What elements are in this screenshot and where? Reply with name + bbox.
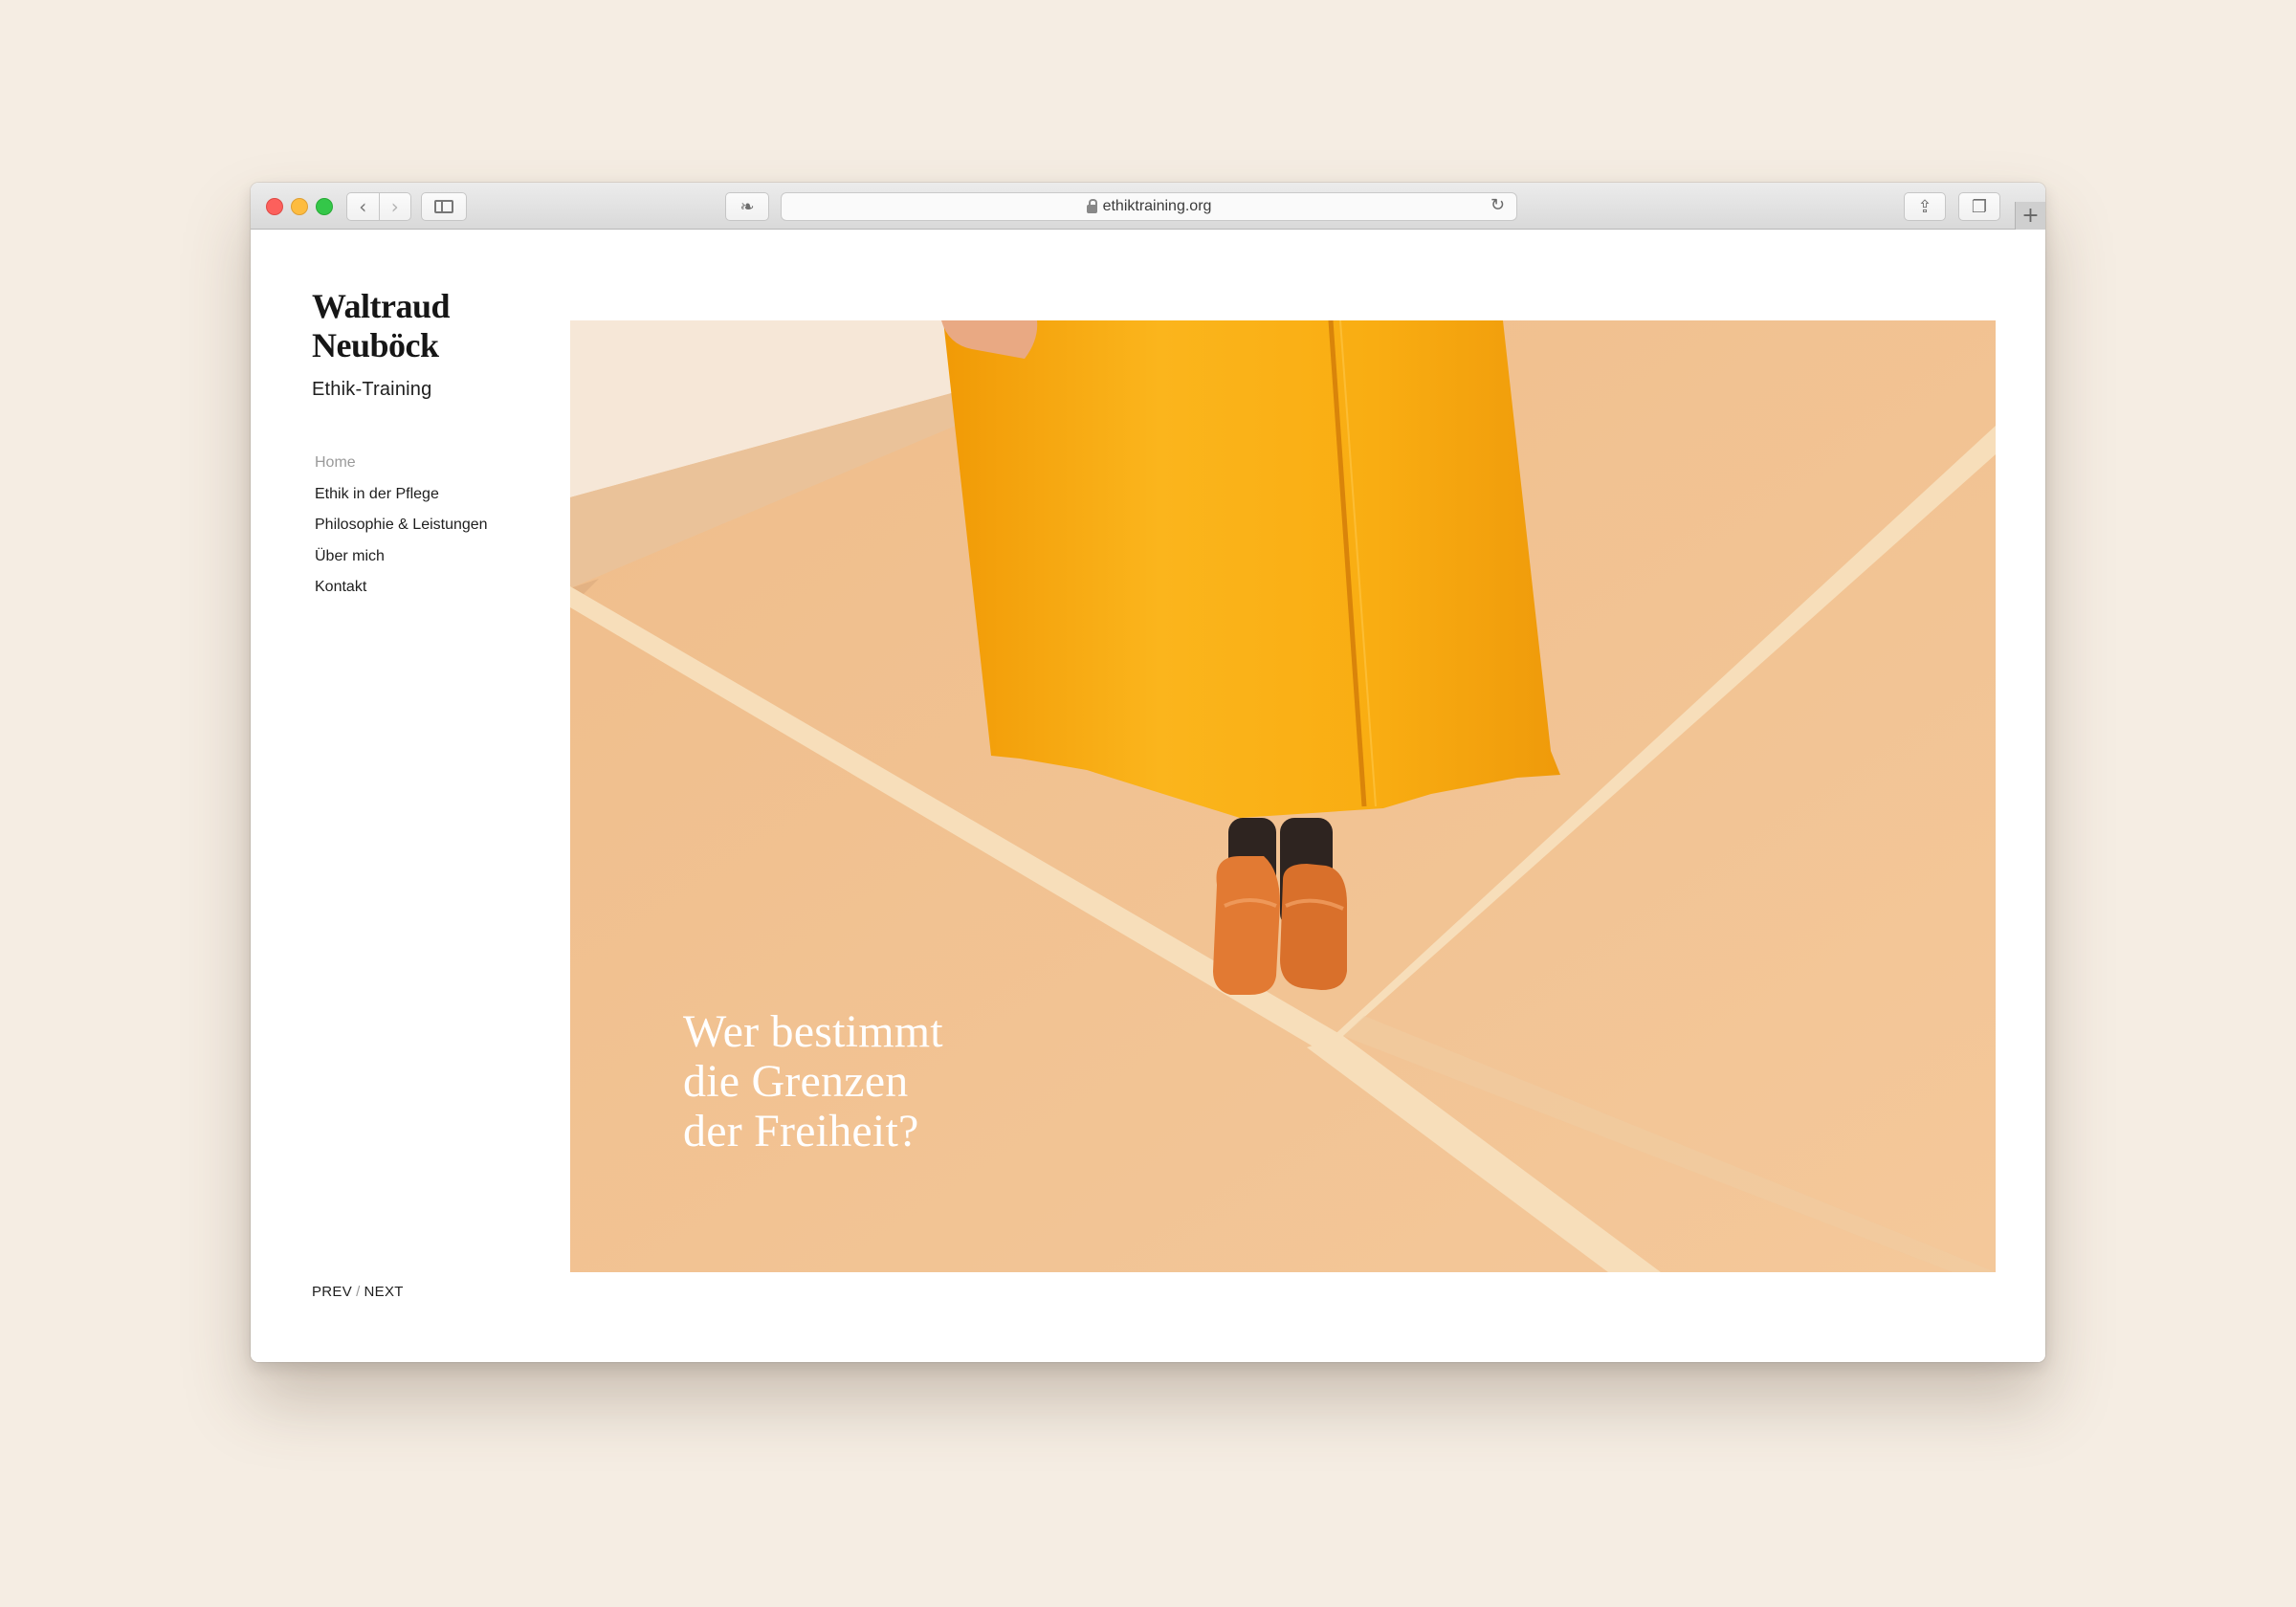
page-content: Waltraud Neuböck Ethik-Training Home Eth… [251,230,2045,1362]
maximize-window-button[interactable] [316,198,333,215]
url-text: ethiktraining.org [1102,198,1212,214]
pager-separator: / [356,1284,361,1300]
history-nav: ‹ › [346,192,411,221]
extension-button[interactable]: ❧ [725,192,769,221]
hero-headline: Wer bestimmt die Grenzen der Freiheit? [683,1007,943,1156]
plus-icon: + [2021,204,2040,228]
nav-item-kontakt[interactable]: Kontakt [315,572,488,604]
nav-item-ethik-in-der-pflege[interactable]: Ethik in der Pflege [315,479,488,511]
new-tab-button[interactable]: + [2015,202,2045,230]
browser-toolbar: ‹ › ❧ ethiktraining.org ↻ ⇪ ❐ + [251,183,2045,230]
hero-headline-line2: die Grenzen [683,1056,909,1107]
forward-button[interactable]: › [378,193,411,220]
site-subtitle: Ethik-Training [312,379,432,400]
nav-item-home[interactable]: Home [315,448,488,479]
site-title-line2: Neuböck [312,326,439,364]
hero-slide: Wer bestimmt die Grenzen der Freiheit? [570,320,1996,1272]
minimize-window-button[interactable] [291,198,308,215]
slide-pager: PREV / NEXT [312,1284,404,1300]
browser-window: ‹ › ❧ ethiktraining.org ↻ ⇪ ❐ + Waltraud… [251,183,2045,1362]
tabs-icon: ❐ [1971,196,1988,217]
hero-headline-line1: Wer bestimmt [683,1006,943,1057]
sidebar-toggle-button[interactable] [421,192,467,221]
site-title[interactable]: Waltraud Neuböck [312,287,561,365]
sidebar-icon [434,200,453,213]
show-tabs-button[interactable]: ❐ [1958,192,2000,221]
site-title-line1: Waltraud [312,287,451,325]
main-nav: Home Ethik in der Pflege Philosophie & L… [315,448,488,604]
close-window-button[interactable] [266,198,283,215]
lock-icon [1086,198,1097,213]
nav-item-philosophie-leistungen[interactable]: Philosophie & Leistungen [315,510,488,541]
nav-item-ueber-mich[interactable]: Über mich [315,541,488,573]
back-button[interactable]: ‹ [347,193,379,220]
prev-link[interactable]: PREV [312,1284,352,1300]
next-link[interactable]: NEXT [364,1284,404,1300]
address-bar[interactable]: ethiktraining.org ↻ [781,192,1517,221]
extension-icon: ❧ [740,196,755,217]
hero-headline-line3: der Freiheit? [683,1106,919,1156]
reload-icon[interactable]: ↻ [1490,195,1505,215]
share-button[interactable]: ⇪ [1904,192,1946,221]
share-icon: ⇪ [1917,196,1932,217]
